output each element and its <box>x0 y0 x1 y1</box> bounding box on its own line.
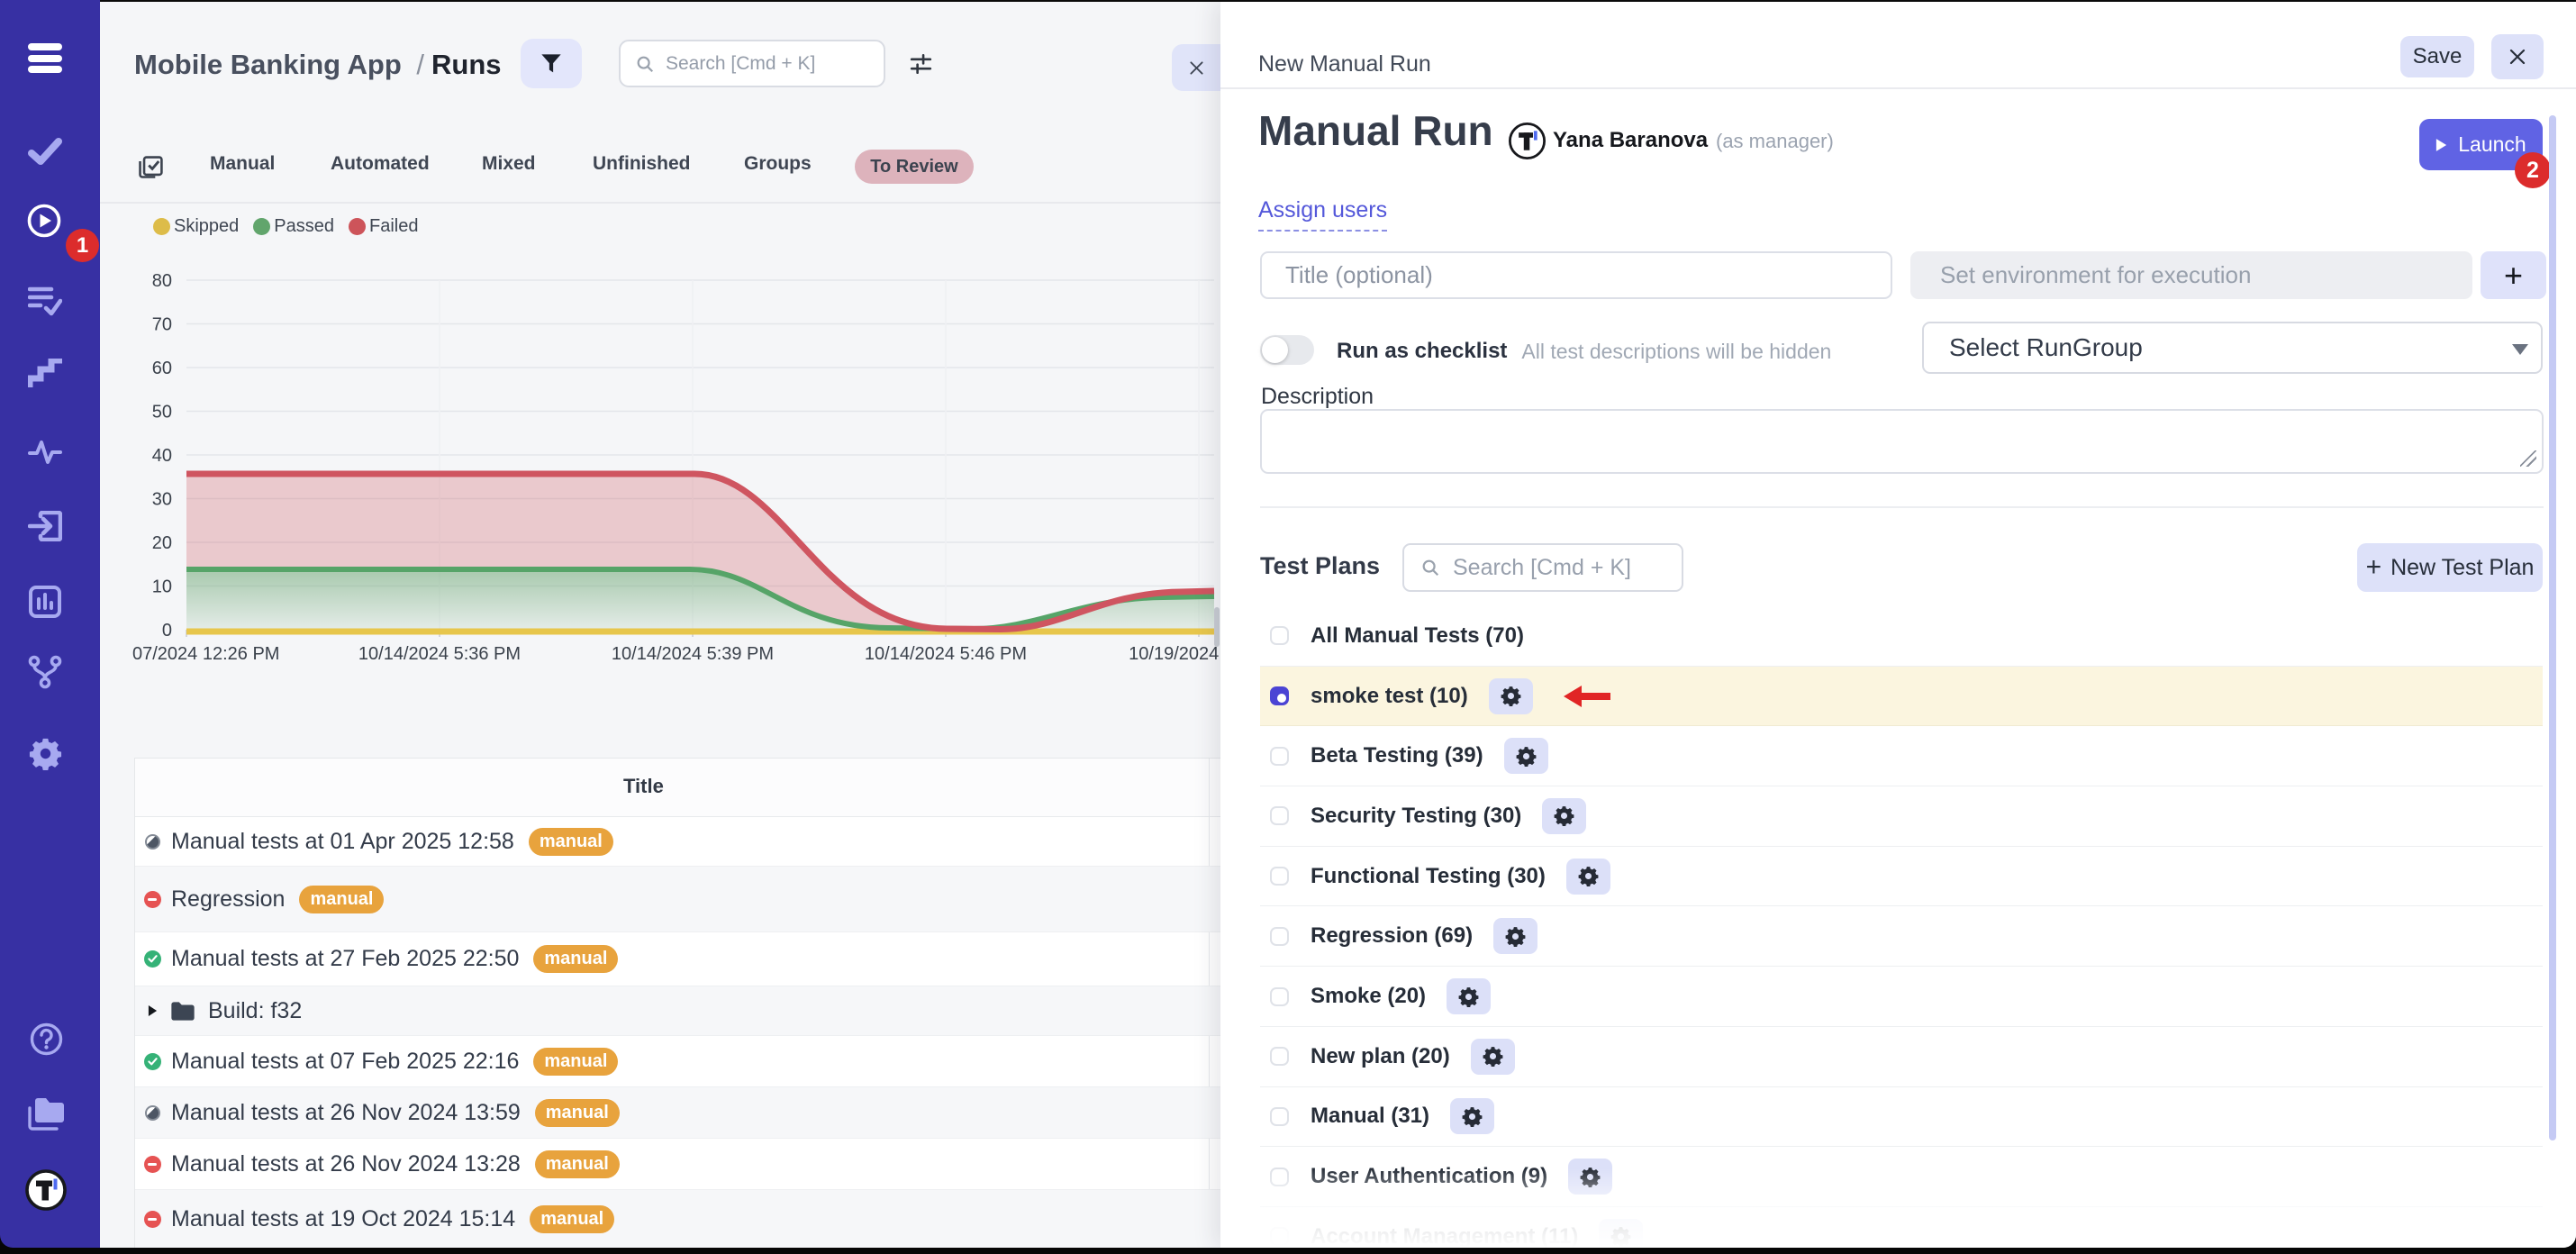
svg-text:30: 30 <box>152 490 172 510</box>
svg-text:60: 60 <box>152 359 172 378</box>
svg-text:70: 70 <box>152 315 172 335</box>
svg-text:10/14/2024 5:46 PM: 10/14/2024 5:46 PM <box>865 644 1027 664</box>
svg-text:80: 80 <box>152 271 172 291</box>
svg-text:10/14/2024 5:36 PM: 10/14/2024 5:36 PM <box>358 644 521 664</box>
svg-text:20: 20 <box>152 533 172 553</box>
svg-text:50: 50 <box>152 403 172 423</box>
svg-text:07/2024 12:26 PM: 07/2024 12:26 PM <box>132 644 279 664</box>
svg-text:10/14/2024 5:39 PM: 10/14/2024 5:39 PM <box>612 644 774 664</box>
svg-text:0: 0 <box>162 621 172 641</box>
svg-text:10: 10 <box>152 577 172 597</box>
svg-text:10/19/2024 12:26: 10/19/2024 12:26 <box>1129 644 1220 664</box>
svg-text:40: 40 <box>152 446 172 466</box>
